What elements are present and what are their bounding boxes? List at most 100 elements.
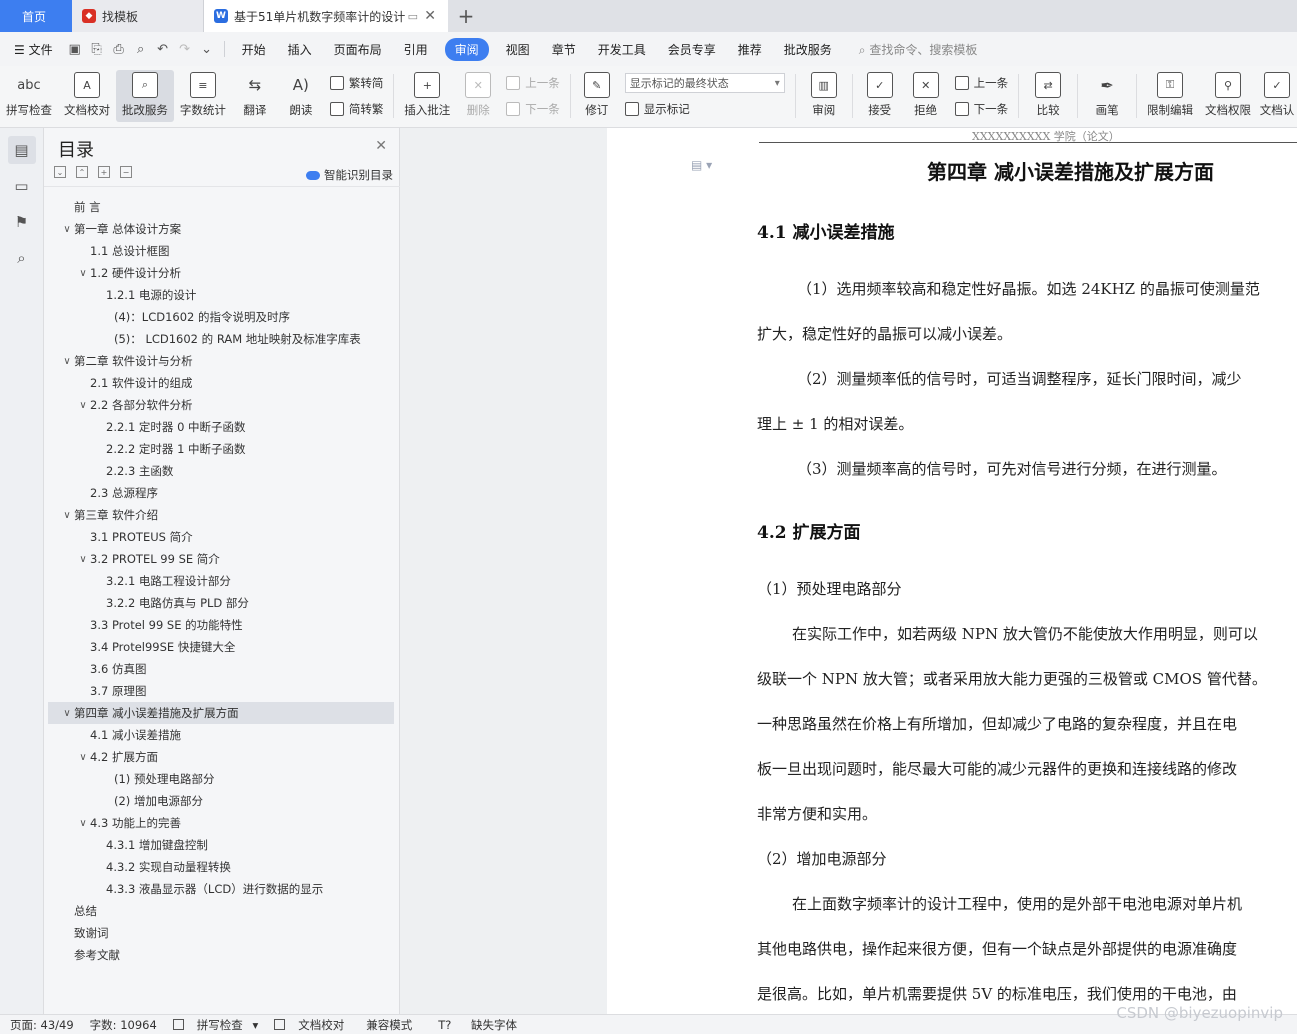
toc-item[interactable]: 前 言 — [48, 196, 394, 218]
customize-quick-access-icon[interactable]: ⌄ — [196, 38, 218, 60]
toc-item[interactable]: ∨ 第二章 软件设计与分析 — [48, 350, 394, 372]
close-icon[interactable]: ✕ — [375, 138, 387, 154]
toc-item[interactable]: 3.7 原理图 — [48, 680, 394, 702]
command-search[interactable]: ⌕ 查找命令、搜索模板 — [859, 41, 978, 58]
chevron-down-icon[interactable]: ∨ — [60, 708, 74, 719]
toc-item[interactable]: ∨ 4.3 功能上的完善 — [48, 812, 394, 834]
bookmark-icon[interactable]: ⚑ — [8, 208, 36, 236]
toc-item[interactable]: ∨ 3.2 PROTEL 99 SE 简介 — [48, 548, 394, 570]
pen-button[interactable]: ✒ 画笔 — [1082, 70, 1132, 122]
toc-item[interactable]: 3.2.1 电路工程设计部分 — [48, 570, 394, 592]
menu-developer[interactable]: 开发工具 — [587, 41, 657, 58]
print-icon[interactable]: ⎙ — [108, 38, 130, 60]
word-count-button[interactable]: ≡ 字数统计 — [174, 70, 232, 122]
menu-insert[interactable]: 插入 — [277, 41, 323, 58]
toc-item[interactable]: 3.3 Protel 99 SE 的功能特性 — [48, 614, 394, 636]
next-change-button[interactable]: 下一条 — [954, 98, 1008, 120]
toc-item[interactable]: 2.1 软件设计的组成 — [48, 372, 394, 394]
delete-comment-button[interactable]: ✕ 删除 — [456, 70, 500, 122]
word-count[interactable]: 字数: 10964 — [90, 1017, 157, 1033]
export-pdf-icon[interactable]: ⎘ — [86, 38, 108, 60]
insert-comment-button[interactable]: + 插入批注 — [398, 70, 456, 122]
menu-review[interactable]: 审阅 — [444, 37, 489, 61]
trad-to-simp-button[interactable]: 繁转简 — [329, 72, 383, 94]
file-menu[interactable]: ☰ 文件 — [0, 41, 64, 58]
toc-item[interactable]: ∨ 第三章 软件介绍 — [48, 504, 394, 526]
remove-heading-icon[interactable]: − — [120, 166, 132, 178]
spell-check-button[interactable]: abc 拼写检查 — [0, 70, 58, 122]
toc-item[interactable]: 3.1 PROTEUS 简介 — [48, 526, 394, 548]
missing-font[interactable]: T? 缺失字体 — [428, 1017, 523, 1033]
chevron-down-icon[interactable]: ∨ — [60, 224, 74, 235]
review-pane-button[interactable]: ▥ 审阅 — [800, 70, 848, 122]
undo-icon[interactable]: ↶ — [152, 38, 174, 60]
toc-item[interactable]: (4)：LCD1602 的指令说明及时序 — [48, 306, 394, 328]
toc-item[interactable]: 1.1 总设计框图 — [48, 240, 394, 262]
toc-item[interactable]: (2) 增加电源部分 — [48, 790, 394, 812]
menu-page-layout[interactable]: 页面布局 — [323, 41, 393, 58]
menu-view[interactable]: 视图 — [495, 41, 541, 58]
tab-home[interactable]: 首页 — [0, 0, 72, 32]
toc-item[interactable]: ∨ 第四章 减小误差措施及扩展方面 — [48, 702, 394, 724]
toc-item[interactable]: 3.4 Protel99SE 快捷键大全 — [48, 636, 394, 658]
toc-item[interactable]: ∨ 1.2 硬件设计分析 — [48, 262, 394, 284]
add-heading-icon[interactable]: + — [98, 166, 110, 178]
toc-item[interactable]: 2.3 总源程序 — [48, 482, 394, 504]
tab-close-icon[interactable]: ✕ — [424, 8, 436, 24]
menu-recommend[interactable]: 推荐 — [727, 41, 773, 58]
save-icon[interactable]: ▣ — [64, 38, 86, 60]
compare-button[interactable]: ⇄ 比较 — [1023, 70, 1073, 122]
redo-icon[interactable]: ↷ — [174, 38, 196, 60]
tab-pin-icon[interactable]: ▭ — [408, 10, 418, 23]
restrict-editing-button[interactable]: ⚿ 限制编辑 — [1141, 70, 1199, 122]
new-tab-button[interactable]: + — [448, 0, 484, 32]
menu-chapter[interactable]: 章节 — [541, 41, 587, 58]
toc-item[interactable]: ∨ 第一章 总体设计方案 — [48, 218, 394, 240]
prev-comment-button[interactable]: 上一条 — [506, 72, 560, 94]
menu-references[interactable]: 引用 — [393, 41, 439, 58]
print-preview-icon[interactable]: ⌕ — [130, 38, 152, 60]
smart-toc-button[interactable]: 智能识别目录 — [306, 167, 393, 183]
toc-item[interactable]: 2.2.3 主函数 — [48, 460, 394, 482]
toc-item[interactable]: 总结 — [48, 900, 394, 922]
show-markup-button[interactable]: 显示标记 — [624, 98, 785, 120]
toc-item[interactable]: 1.2.1 电源的设计 — [48, 284, 394, 306]
prev-change-button[interactable]: 上一条 — [954, 72, 1008, 94]
menu-home[interactable]: 开始 — [231, 41, 277, 58]
chevron-down-icon[interactable]: ∨ — [60, 356, 74, 367]
document-cert-button[interactable]: ✓ 文档认 — [1257, 70, 1297, 122]
chevron-down-icon[interactable]: ∨ — [76, 818, 90, 829]
markup-state-select[interactable]: 显示标记的最终状态 — [624, 73, 785, 93]
grading-service-button[interactable]: ⌕ 批改服务 — [115, 70, 174, 122]
toc-item[interactable]: 4.3.2 实现自动量程转换 — [48, 856, 394, 878]
toc-panel-icon[interactable]: ▤ — [7, 136, 36, 164]
track-changes-button[interactable]: ✎ 修订 — [575, 70, 619, 122]
reject-button[interactable]: ✕ 拒绝 — [903, 70, 949, 122]
toc-item[interactable]: 2.2.1 定时器 0 中断子函数 — [48, 416, 394, 438]
next-comment-button[interactable]: 下一条 — [506, 98, 560, 120]
tab-document[interactable]: W 基于51单片机数字频率计的设计 ▭ ✕ — [204, 0, 448, 32]
chevron-down-icon[interactable]: ∨ — [60, 510, 74, 521]
toc-item[interactable]: 2.2.2 定时器 1 中断子函数 — [48, 438, 394, 460]
toc-item[interactable]: (1) 预处理电路部分 — [48, 768, 394, 790]
menu-grading[interactable]: 批改服务 — [773, 41, 843, 58]
chevron-down-icon[interactable]: ∨ — [76, 400, 90, 411]
document-rights-button[interactable]: ⚲ 文档权限 — [1199, 70, 1257, 122]
accept-button[interactable]: ✓ 接受 — [857, 70, 903, 122]
menu-member[interactable]: 会员专享 — [657, 41, 727, 58]
chevron-down-icon[interactable]: ∨ — [76, 554, 90, 565]
toc-item[interactable]: 致谢词 — [48, 922, 394, 944]
tab-template[interactable]: ◆ 找模板 — [72, 0, 204, 32]
toc-item[interactable]: 4.3.3 液晶显示器（LCD）进行数据的显示 — [48, 878, 394, 900]
toc-item[interactable]: ∨ 4.2 扩展方面 — [48, 746, 394, 768]
read-aloud-button[interactable]: A) 朗读 — [278, 70, 324, 122]
toc-item[interactable]: (5)： LCD1602 的 RAM 地址映射及标准字库表 — [48, 328, 394, 350]
page-indicator[interactable]: 页面: 43/49 — [10, 1017, 74, 1033]
status-proof[interactable]: 文档校对 — [274, 1017, 350, 1033]
search-icon[interactable]: ⌕ — [8, 244, 36, 272]
chapter-nav-icon[interactable]: ▭ — [8, 172, 36, 200]
document-proof-button[interactable]: A 文档校对 — [58, 70, 116, 122]
toc-item[interactable]: 参考文献 — [48, 944, 394, 966]
collapse-all-icon[interactable]: ⌄ — [54, 166, 66, 178]
expand-all-icon[interactable]: ⌃ — [76, 166, 88, 178]
